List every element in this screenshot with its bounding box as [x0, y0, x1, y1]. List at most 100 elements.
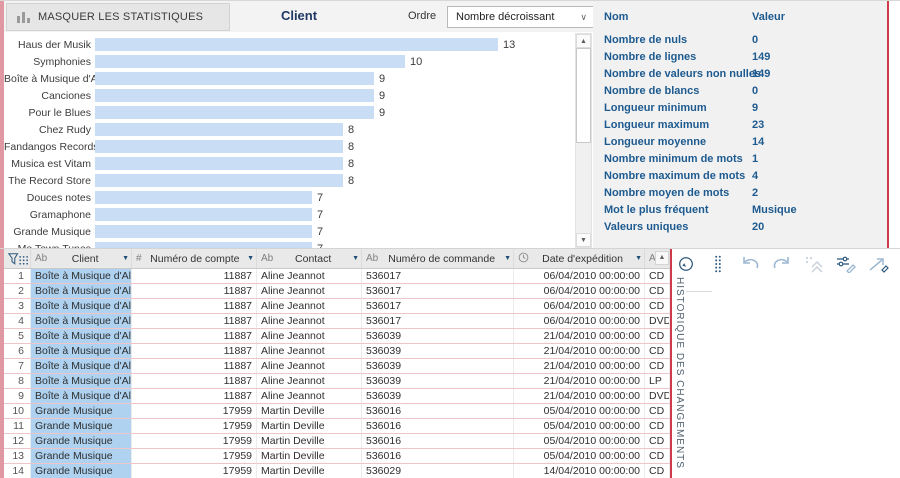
column-header-contact[interactable]: AbContact▼	[257, 249, 362, 268]
column-header-num-ro-de-compte[interactable]: #Numéro de compte▼	[132, 249, 257, 268]
cell-order-number[interactable]: 536039	[362, 374, 514, 388]
cell-account-number[interactable]: 17959	[132, 434, 257, 448]
table-row[interactable]: 13Grande Musique17959Martin Deville53601…	[4, 449, 670, 464]
bar-fill[interactable]	[95, 89, 374, 102]
cell-type[interactable]: CD	[645, 434, 670, 448]
bar-row[interactable]: Gramaphone7	[4, 206, 575, 223]
cell-contact[interactable]: Martin Deville	[257, 404, 362, 418]
bar-row[interactable]: The Record Store8	[4, 172, 575, 189]
chart-scrollbar[interactable]: ▲ ▼	[575, 33, 592, 248]
filter-table-icon[interactable]	[4, 249, 31, 268]
bar-row[interactable]: Grande Musique7	[4, 223, 575, 240]
table-row[interactable]: 8Boîte à Musique d'Aline11887Aline Jeann…	[4, 374, 670, 389]
edit-transform-icon[interactable]	[834, 254, 858, 274]
cell-type[interactable]: DVD	[645, 314, 670, 328]
cell-contact[interactable]: Aline Jeannot	[257, 344, 362, 358]
cell-contact[interactable]: Martin Deville	[257, 464, 362, 478]
table-row[interactable]: 11Grande Musique17959Martin Deville53601…	[4, 419, 670, 434]
cell-type[interactable]: CD	[645, 419, 670, 433]
cell-ship-date[interactable]: 06/04/2010 00:00:00	[514, 269, 645, 283]
cell-row-number[interactable]: 8	[4, 374, 31, 388]
cell-ship-date[interactable]: 21/04/2010 00:00:00	[514, 344, 645, 358]
cell-account-number[interactable]: 11887	[132, 329, 257, 343]
filter-dropdown-icon[interactable]: ▼	[504, 255, 511, 262]
filter-dropdown-icon[interactable]: ▼	[352, 255, 359, 262]
table-row[interactable]: 9Boîte à Musique d'Aline11887Aline Jeann…	[4, 389, 670, 404]
bar-fill[interactable]	[95, 106, 374, 119]
cell-ship-date[interactable]: 21/04/2010 00:00:00	[514, 389, 645, 403]
cell-row-number[interactable]: 11	[4, 419, 31, 433]
cell-ship-date[interactable]: 21/04/2010 00:00:00	[514, 359, 645, 373]
bar-row[interactable]: Boîte à Musique d'Aline9	[4, 70, 575, 87]
cell-ship-date[interactable]: 06/04/2010 00:00:00	[514, 299, 645, 313]
cell-contact[interactable]: Martin Deville	[257, 449, 362, 463]
cell-contact[interactable]: Aline Jeannot	[257, 329, 362, 343]
cell-row-number[interactable]: 14	[4, 464, 31, 478]
cell-type[interactable]: LP	[645, 374, 670, 388]
cell-ship-date[interactable]: 06/04/2010 00:00:00	[514, 314, 645, 328]
cell-order-number[interactable]: 536016	[362, 434, 514, 448]
cell-contact[interactable]: Martin Deville	[257, 419, 362, 433]
table-row[interactable]: 1Boîte à Musique d'Aline11887Aline Jeann…	[4, 269, 670, 284]
bar-fill[interactable]	[95, 174, 343, 187]
table-row[interactable]: 4Boîte à Musique d'Aline11887Aline Jeann…	[4, 314, 670, 329]
cell-client[interactable]: Boîte à Musique d'Aline	[31, 299, 132, 313]
cell-client[interactable]: Boîte à Musique d'Aline	[31, 374, 132, 388]
cell-ship-date[interactable]: 05/04/2010 00:00:00	[514, 449, 645, 463]
cell-account-number[interactable]: 11887	[132, 389, 257, 403]
cell-order-number[interactable]: 536017	[362, 299, 514, 313]
cell-order-number[interactable]: 536017	[362, 314, 514, 328]
bar-fill[interactable]	[95, 55, 405, 68]
bar-row[interactable]: Chez Rudy8	[4, 121, 575, 138]
scroll-down-icon[interactable]: ▼	[576, 233, 591, 247]
cell-type[interactable]: CD	[645, 449, 670, 463]
table-scroll-up-icon[interactable]: ▲	[655, 251, 669, 265]
cell-type[interactable]: CD	[645, 299, 670, 313]
table-row[interactable]: 14Grande Musique17959Martin Deville53602…	[4, 464, 670, 478]
cell-order-number[interactable]: 536016	[362, 404, 514, 418]
cell-client[interactable]: Boîte à Musique d'Aline	[31, 359, 132, 373]
cell-account-number[interactable]: 11887	[132, 314, 257, 328]
bar-row[interactable]: Symphonies10	[4, 53, 575, 70]
cell-order-number[interactable]: 536017	[362, 284, 514, 298]
cell-order-number[interactable]: 536016	[362, 449, 514, 463]
cell-order-number[interactable]: 536039	[362, 389, 514, 403]
cell-row-number[interactable]: 3	[4, 299, 31, 313]
cell-type[interactable]: CD	[645, 284, 670, 298]
cell-client[interactable]: Boîte à Musique d'Aline	[31, 329, 132, 343]
table-row[interactable]: 7Boîte à Musique d'Aline11887Aline Jeann…	[4, 359, 670, 374]
cell-type[interactable]: DVD	[645, 389, 670, 403]
cell-ship-date[interactable]: 05/04/2010 00:00:00	[514, 404, 645, 418]
cell-row-number[interactable]: 1	[4, 269, 31, 283]
filter-dropdown-icon[interactable]: ▼	[635, 255, 642, 262]
cell-account-number[interactable]: 17959	[132, 464, 257, 478]
cell-contact[interactable]: Aline Jeannot	[257, 374, 362, 388]
table-row[interactable]: 2Boîte à Musique d'Aline11887Aline Jeann…	[4, 284, 670, 299]
cell-order-number[interactable]: 536016	[362, 419, 514, 433]
bar-fill[interactable]	[95, 123, 343, 136]
cell-account-number[interactable]: 17959	[132, 404, 257, 418]
cell-contact[interactable]: Aline Jeannot	[257, 284, 362, 298]
column-header-date-d-exp-dition[interactable]: Date d'expédition▼	[514, 249, 645, 268]
bar-fill[interactable]	[95, 225, 312, 238]
drag-handle-icon[interactable]	[706, 254, 730, 274]
cell-row-number[interactable]: 9	[4, 389, 31, 403]
cell-account-number[interactable]: 11887	[132, 359, 257, 373]
cell-row-number[interactable]: 12	[4, 434, 31, 448]
cell-client[interactable]: Boîte à Musique d'Aline	[31, 284, 132, 298]
cell-ship-date[interactable]: 14/04/2010 00:00:00	[514, 464, 645, 478]
table-row[interactable]: 6Boîte à Musique d'Aline11887Aline Jeann…	[4, 344, 670, 359]
chart-scrollbar-thumb[interactable]	[576, 48, 591, 143]
cell-ship-date[interactable]: 21/04/2010 00:00:00	[514, 329, 645, 343]
cell-contact[interactable]: Aline Jeannot	[257, 359, 362, 373]
cell-type[interactable]: CD	[645, 269, 670, 283]
expand-up-icon[interactable]	[802, 254, 826, 274]
cell-ship-date[interactable]: 05/04/2010 00:00:00	[514, 419, 645, 433]
cell-row-number[interactable]: 5	[4, 329, 31, 343]
table-row[interactable]: 5Boîte à Musique d'Aline11887Aline Jeann…	[4, 329, 670, 344]
cell-client[interactable]: Grande Musique	[31, 419, 132, 433]
cell-type[interactable]: CD	[645, 404, 670, 418]
undo-icon[interactable]	[738, 254, 762, 274]
cell-order-number[interactable]: 536029	[362, 464, 514, 478]
bar-row[interactable]: Canciones9	[4, 87, 575, 104]
